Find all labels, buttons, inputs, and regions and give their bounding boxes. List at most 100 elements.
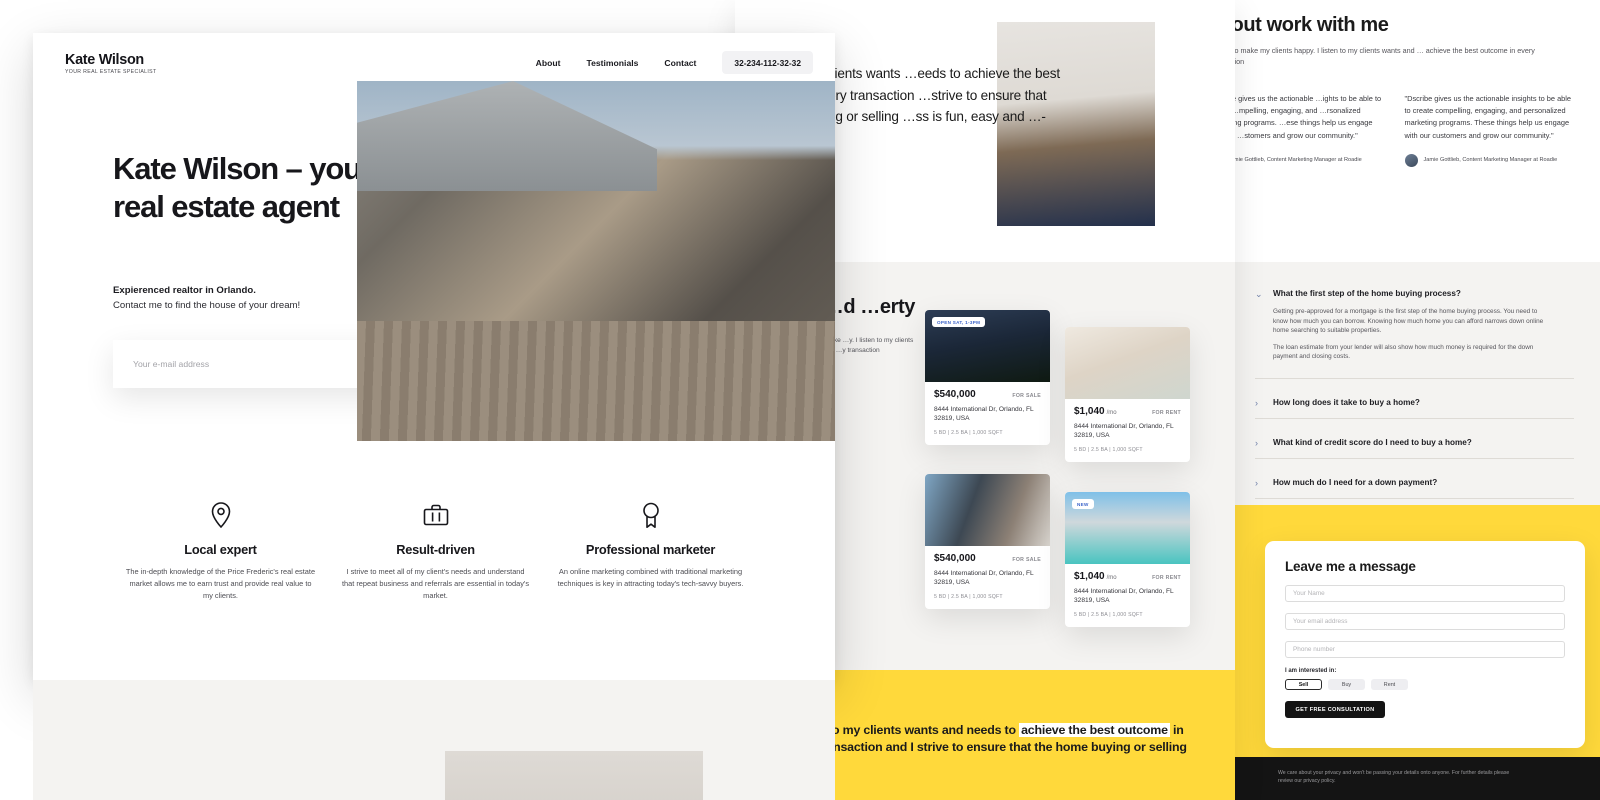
main-page-panel: Kate Wilson YOUR REAL ESTATE SPECIALIST … [33,33,835,800]
property-address: 8444 International Dr, Orlando, FL 32819… [1074,423,1174,440]
feature-title: Result-driven [396,542,475,557]
avatar [1404,153,1418,167]
chevron-down-icon: ⌄ [1255,289,1263,299]
name-input[interactable]: Your Name [1285,585,1565,602]
interest-option-sell[interactable]: Sell [1285,679,1322,690]
property-price: $1,040/mo [1074,406,1117,417]
hero-house-image [357,81,835,441]
chevron-right-icon: › [1255,477,1258,488]
property-status: FOR SALE [1012,393,1041,399]
property-thumbnail [925,474,1050,546]
briefcase-icon [340,498,531,532]
testimonial-card: …scribe gives us the actionable …ights t… [1215,93,1383,167]
house-deck-shape [357,321,835,441]
property-status: FOR SALE [1012,557,1041,563]
faq-answer: Getting pre-approved for a mortgage is t… [1273,307,1574,362]
nav-item-contact[interactable]: Contact [664,58,696,68]
email-input-placeholder: Your email address [1293,618,1348,625]
nav-item-testimonials[interactable]: Testimonials [587,58,639,68]
agent-photo-bottom [445,751,703,800]
feature-text: An online marketing combined with tradit… [557,567,744,588]
chevron-right-icon: › [1255,437,1258,448]
faq-section: ⌄ What the first step of the home buying… [1215,262,1600,539]
property-status: FOR RENT [1152,410,1181,416]
property-price: $1,040/mo [1074,571,1117,582]
feature-text: The in-depth knowledge of the Price Fred… [125,567,316,600]
house-roof-shape [357,81,657,191]
property-card[interactable]: NEW $1,040/mo FOR RENT 8444 Internationa… [1065,492,1190,627]
award-ribbon-icon [555,498,746,532]
screenshot-stage: about work with me …ity is to make my cl… [0,0,1600,800]
property-meta: 5 BD | 2.5 BA | 1,000 SQFT [1074,446,1143,453]
faq-question: What the first step of the home buying p… [1273,289,1461,298]
property-meta: 5 BD | 2.5 BA | 1,000 SQFT [1074,611,1143,618]
property-thumbnail: NEW [1065,492,1190,564]
contact-form: Leave me a message Your Name Your email … [1265,541,1585,748]
testimonial-quote: "Dscribe gives us the actionable insight… [1404,94,1572,140]
footer-dark-band: We care about your privacy and won't be … [1215,757,1600,800]
property-meta: 5 BD | 2.5 BA | 1,000 SQFT [934,593,1003,600]
main-navigation: About Testimonials Contact 32-234-112-32… [536,51,813,74]
property-meta: 5 BD | 2.5 BA | 1,000 SQFT [934,429,1003,436]
email-input-placeholder: Your e-mail address [133,359,210,369]
phone-input-placeholder: Phone number [1293,646,1335,653]
interest-options: Sell Buy Rent [1285,679,1565,690]
faq-answer-paragraph: The loan estimate from your lender will … [1273,343,1534,361]
form-title: Leave me a message [1285,559,1416,574]
site-logo[interactable]: Kate Wilson YOUR REAL ESTATE SPECIALIST [65,52,157,75]
testimonial-list: …scribe gives us the actionable …ights t… [1215,93,1578,167]
testimonial-author: Jamie Gottlieb, Content Marketing Manage… [1215,153,1383,167]
property-card[interactable]: $1,040/mo FOR RENT 8444 International Dr… [1065,327,1190,462]
property-card[interactable]: OPEN SAT, 1-3PM $540,000 FOR SALE 8444 I… [925,310,1050,445]
faq-question-row[interactable]: ⌄ What the first step of the home buying… [1255,288,1574,300]
property-address: 8444 International Dr, Orlando, FL 32819… [1074,588,1174,605]
testimonials-heading: about work with me [1215,14,1389,36]
location-pin-icon [125,498,316,532]
testimonial-card: "Dscribe gives us the actionable insight… [1404,93,1579,167]
testimonial-quote: …scribe gives us the actionable …ights t… [1215,94,1382,140]
faq-item[interactable]: › How long does it take to buy a home? [1255,388,1574,419]
feature-list: Local expert The in-depth knowledge of t… [113,498,758,601]
feature-item-professional-marketer: Professional marketer An online marketin… [543,498,758,601]
email-input[interactable]: Your email address [1285,613,1565,630]
property-badge: NEW [1072,499,1094,509]
right-page-panel: about work with me …ity is to make my cl… [1215,0,1600,800]
faq-question: How much do I need for a down payment? [1273,477,1438,487]
faq-question: What kind of credit score do I need to b… [1273,437,1472,447]
testimonials-section: about work with me …ity is to make my cl… [1215,0,1600,262]
yellow-quote-highlight: achieve the best outcome [1019,723,1170,737]
feature-title: Professional marketer [585,542,716,557]
faq-question: How long does it take to buy a home? [1273,397,1420,407]
nav-item-about[interactable]: About [536,58,561,68]
faq-item-open[interactable]: ⌄ What the first step of the home buying… [1255,288,1574,379]
logo-name: Kate Wilson [65,52,144,68]
testimonials-subtitle: …ity is to make my clients happy. I list… [1215,46,1535,66]
phone-input[interactable]: Phone number [1285,641,1565,658]
faq-answer-paragraph: Getting pre-approved for a mortgage is t… [1273,308,1544,335]
property-address: 8444 International Dr, Orlando, FL 32819… [934,406,1034,423]
property-status: FOR RENT [1152,575,1181,581]
property-thumbnail [1065,327,1190,399]
privacy-note: We care about your privacy and won't be … [1278,770,1510,784]
faq-item[interactable]: › How much do I need for a down payment? [1255,468,1574,499]
form-submit-button[interactable]: GET FREE CONSULTATION [1285,701,1385,718]
feature-title: Local expert [184,542,257,557]
property-address: 8444 International Dr, Orlando, FL 32819… [934,570,1034,587]
property-badge: OPEN SAT, 1-3PM [932,317,986,327]
interest-label: I am interested in: [1285,668,1337,674]
chevron-right-icon: › [1255,397,1258,408]
property-price: $540,000 [934,553,976,564]
interest-option-buy[interactable]: Buy [1328,679,1365,690]
feature-item-local-expert: Local expert The in-depth knowledge of t… [113,498,328,601]
main-bottom-band [33,680,835,800]
testimonial-author: Jamie Gottlieb, Content Marketing Manage… [1404,153,1579,167]
testimonial-author-name: Jamie Gottlieb, Content Marketing Manage… [1228,157,1362,164]
feature-text: I strive to meet all of my client's need… [341,567,530,600]
property-price: $540,000 [934,389,976,400]
property-thumbnail: OPEN SAT, 1-3PM [925,310,1050,382]
property-card[interactable]: $540,000 FOR SALE 8444 International Dr,… [925,474,1050,609]
name-input-placeholder: Your Name [1293,590,1325,597]
nav-phone-button[interactable]: 32-234-112-32-32 [722,51,813,74]
faq-item[interactable]: › What kind of credit score do I need to… [1255,428,1574,459]
interest-option-rent[interactable]: Rent [1371,679,1408,690]
